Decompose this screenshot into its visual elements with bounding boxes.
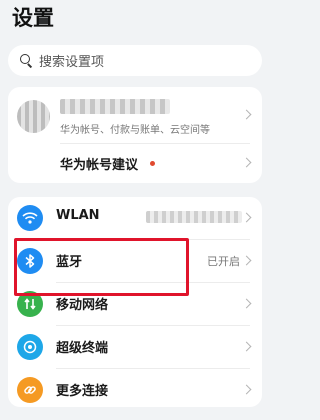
- account-suggestion-label: 华为帐号建议: [60, 158, 139, 173]
- settings-item-more-connections[interactable]: 更多连接: [8, 369, 262, 407]
- account-name-redacted: [60, 99, 170, 114]
- page-title: 设置: [12, 6, 54, 30]
- settings-item-label: 移动网络: [56, 298, 109, 313]
- search-icon: [20, 54, 33, 68]
- super-device-icon: [17, 334, 43, 360]
- wifi-icon: [17, 205, 43, 231]
- chevron-right-icon: [241, 341, 252, 352]
- settings-item-super-device[interactable]: 超级终端: [8, 326, 262, 368]
- account-subtitle: 华为帐号、付款与账单、云空间等: [60, 125, 210, 136]
- chevron-right-icon: [241, 109, 252, 120]
- search-bar[interactable]: 搜索设置项: [8, 45, 262, 76]
- settings-item-label: WLAN: [56, 208, 100, 223]
- account-suggestion-row[interactable]: 华为帐号建议: [8, 143, 262, 183]
- notification-dot: [150, 161, 155, 166]
- chevron-right-icon: [241, 298, 252, 309]
- chevron-right-icon: [241, 255, 252, 266]
- avatar: [17, 100, 50, 133]
- settings-item-wlan[interactable]: WLAN: [8, 197, 262, 239]
- settings-item-label: 更多连接: [56, 384, 109, 399]
- account-card: 华为帐号、付款与账单、云空间等 华为帐号建议: [8, 87, 262, 183]
- settings-item-label: 超级终端: [56, 341, 109, 356]
- connectivity-card: WLAN 蓝牙 已开启 移动网络 超级终端 更多连接: [8, 197, 262, 407]
- chevron-right-icon: [241, 212, 252, 223]
- highlight-box: [14, 238, 189, 296]
- link-icon: [17, 377, 43, 403]
- bluetooth-status: 已开启: [207, 255, 240, 268]
- chevron-right-icon: [241, 157, 252, 168]
- wlan-network-redacted: [146, 211, 242, 223]
- search-placeholder: 搜索设置项: [39, 55, 105, 70]
- chevron-right-icon: [241, 384, 252, 395]
- account-row[interactable]: 华为帐号、付款与账单、云空间等: [8, 87, 262, 143]
